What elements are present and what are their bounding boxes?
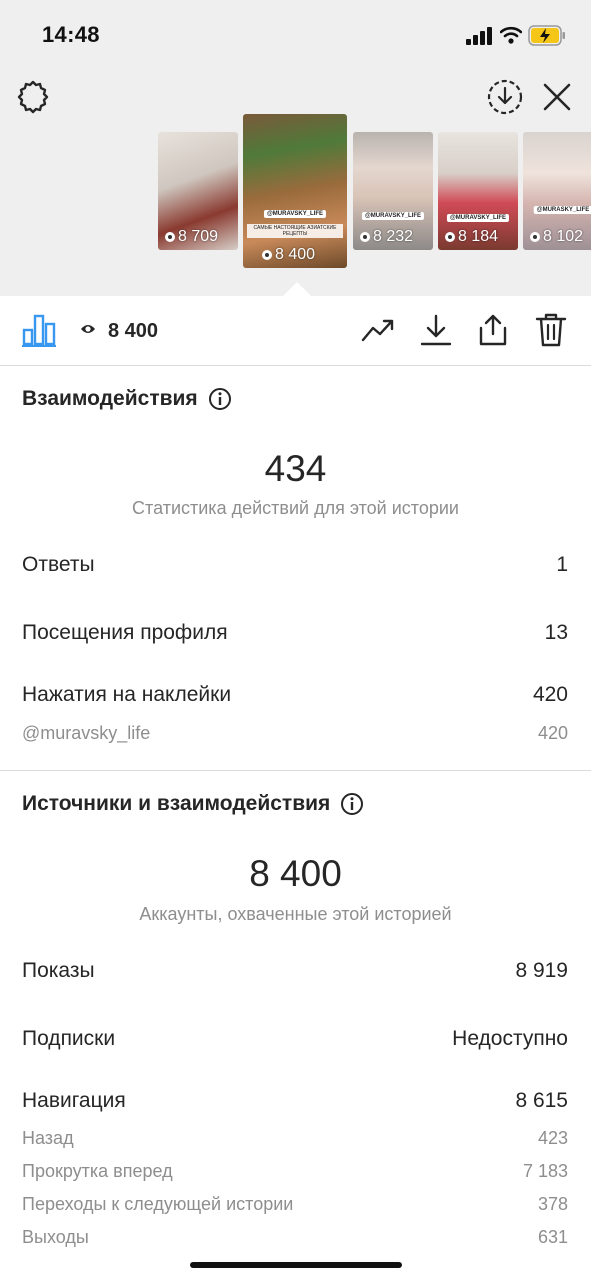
info-icon[interactable] [340,792,364,816]
thumbnail-tag: @MURAVSKY_LIFE [361,212,425,220]
delete-icon[interactable] [533,312,569,348]
metric-row: Ответы 1 [22,553,568,577]
story-thumbnail[interactable]: 8 709 [158,132,238,250]
metric-label: Посещения профиля [22,621,228,644]
story-thumbnail[interactable]: @MURAVSKY_LIFE 8 232 [353,132,433,250]
section-divider [0,770,591,771]
close-icon[interactable] [540,80,574,114]
trend-icon[interactable] [360,312,396,348]
download-icon[interactable] [418,312,454,348]
discovery-subtitle: Аккаунты, охваченные этой историей [139,904,452,924]
metric-row: Посещения профиля 13 [22,621,568,645]
discovery-total: 8 400 [249,853,342,894]
thumbnail-tag: @MURASKY_LIFE [533,206,591,214]
sticker-row: @muravsky_life 420 [22,723,568,744]
thumbnail-caption: САМЫЕ НАСТОЯЩИЕ АЗИАТСКИЕ РЕЦЕПТЫ [247,224,343,238]
metric-row: Показы 8 919 [22,959,568,983]
nav-label: Переходы к следующей истории [22,1194,294,1214]
story-preview-header: 14:48 8 709 @MURAVSKY_LIFE САМЫЕ НАСТОЯЩ… [0,0,591,296]
cellular-signal-icon [466,27,492,45]
home-indicator[interactable] [190,1262,402,1268]
metric-row: Нажатия на наклейки 420 [22,683,568,707]
eye-icon [262,250,272,260]
selection-pointer [283,282,311,296]
metric-value: 8 919 [515,959,568,982]
metric-value: 420 [532,683,568,706]
thumbnail-views: 8 184 [458,228,499,245]
nav-row: Переходы к следующей истории 378 [22,1194,568,1215]
nav-value: 7 183 [522,1161,568,1181]
share-icon[interactable] [475,312,511,348]
metric-row: Подписки Недоступно [22,1027,568,1051]
interactions-title: Взаимодействия [22,387,232,411]
save-story-icon[interactable] [486,78,524,116]
interactions-subtitle: Статистика действий для этой истории [132,498,459,518]
eye-icon [165,232,175,242]
wifi-icon [500,26,522,44]
metric-value: 1 [556,553,568,576]
status-bar: 14:48 [0,0,591,70]
discovery-title: Источники и взаимодействия [22,792,364,816]
views-count: 8 400 [108,320,159,342]
info-icon[interactable] [208,387,232,411]
sticker-value: 420 [537,723,568,743]
status-time: 14:48 [42,22,100,47]
story-thumbnail[interactable]: @MURAVSKY_LIFE 8 184 [438,132,518,250]
thumbnail-tag: @MURAVSKY_LIFE [263,210,327,218]
metric-label: Подписки [22,1027,116,1050]
eye-icon [360,232,370,242]
metric-label: Нажатия на наклейки [22,683,232,706]
settings-gear-icon[interactable] [14,78,52,116]
nav-value: 631 [537,1227,568,1247]
eye-icon [445,232,455,242]
metric-value: 8 615 [515,1089,568,1112]
metric-label: Показы [22,959,95,982]
nav-label: Прокрутка вперед [22,1161,173,1181]
nav-row: Назад 423 [22,1128,568,1149]
discovery-title-text: Источники и взаимодействия [22,792,331,815]
thumbnail-tag: @MURAVSKY_LIFE [446,214,510,222]
metric-label: Навигация [22,1089,126,1112]
eye-icon [530,232,540,242]
nav-label: Назад [22,1128,74,1148]
thumbnail-views: 8 232 [373,228,414,245]
active-tab-indicator [22,345,56,347]
nav-value: 423 [537,1128,568,1148]
metric-value: 13 [544,621,568,644]
battery-charging-icon [528,25,565,46]
thumbnail-views: 8 709 [178,228,219,245]
nav-value: 378 [537,1194,568,1214]
insights-toolbar: 8 400 [0,296,591,366]
interactions-total: 434 [264,448,327,489]
thumbnail-views: 8 400 [275,246,316,263]
metric-row: Навигация 8 615 [22,1089,568,1113]
interactions-title-text: Взаимодействия [22,387,198,410]
story-thumbnail-strip[interactable]: 8 709 @MURAVSKY_LIFE САМЫЕ НАСТОЯЩИЕ АЗИ… [0,112,591,272]
metric-label: Ответы [22,553,95,576]
eye-icon [81,325,95,333]
sticker-label: @muravsky_life [22,723,151,743]
nav-row: Выходы 631 [22,1227,568,1248]
nav-label: Выходы [22,1227,89,1247]
nav-row: Прокрутка вперед 7 183 [22,1161,568,1182]
story-thumbnail-selected[interactable]: @MURAVSKY_LIFE САМЫЕ НАСТОЯЩИЕ АЗИАТСКИЕ… [243,114,347,268]
bar-chart-icon[interactable] [22,312,56,348]
metric-value: Недоступно [452,1027,568,1050]
story-thumbnail[interactable]: @MURASKY_LIFE 8 102 [523,132,591,250]
thumbnail-views: 8 102 [543,228,584,245]
